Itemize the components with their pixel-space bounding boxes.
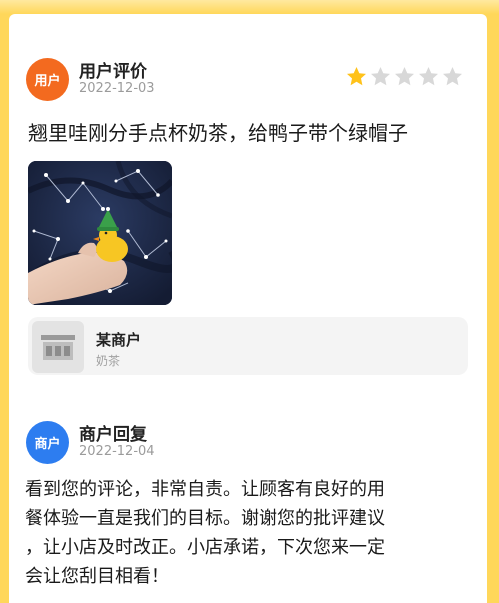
- review-date: 2022-12-03: [79, 81, 155, 96]
- merchant-name: 某商户: [96, 331, 142, 349]
- reply-author-name: 商户回复: [79, 425, 147, 445]
- star-empty-icon: [371, 67, 390, 86]
- user-avatar[interactable]: 用户: [26, 58, 69, 101]
- review-photo[interactable]: [28, 161, 172, 305]
- rating-stars: [346, 66, 463, 87]
- star-empty-icon: [395, 67, 414, 86]
- storefront-icon: [32, 321, 84, 373]
- merchant-avatar[interactable]: 商户: [26, 421, 69, 464]
- star-filled-icon: [347, 67, 366, 86]
- yellow-frame: [0, 0, 499, 14]
- merchant-category: 奶茶: [96, 354, 121, 368]
- merchant-card[interactable]: 某商户 奶茶: [28, 317, 468, 375]
- star-empty-icon: [443, 67, 462, 86]
- review-text: 翘里哇刚分手点杯奶茶，给鸭子带个绿帽子: [28, 121, 408, 145]
- duck-toy-photo: [28, 161, 172, 305]
- review-card: 用户 用户评价 2022-12-03 翘里哇刚分手点杯奶茶，给鸭子带个绿帽子 某…: [9, 14, 487, 603]
- review-author-name: 用户评价: [79, 62, 147, 82]
- star-empty-icon: [419, 67, 438, 86]
- reply-text: 看到您的评论，非常自责。让顾客有良好的用 餐体验一直是我们的目标。谢谢您的批评建…: [25, 479, 385, 587]
- reply-date: 2022-12-04: [79, 444, 155, 459]
